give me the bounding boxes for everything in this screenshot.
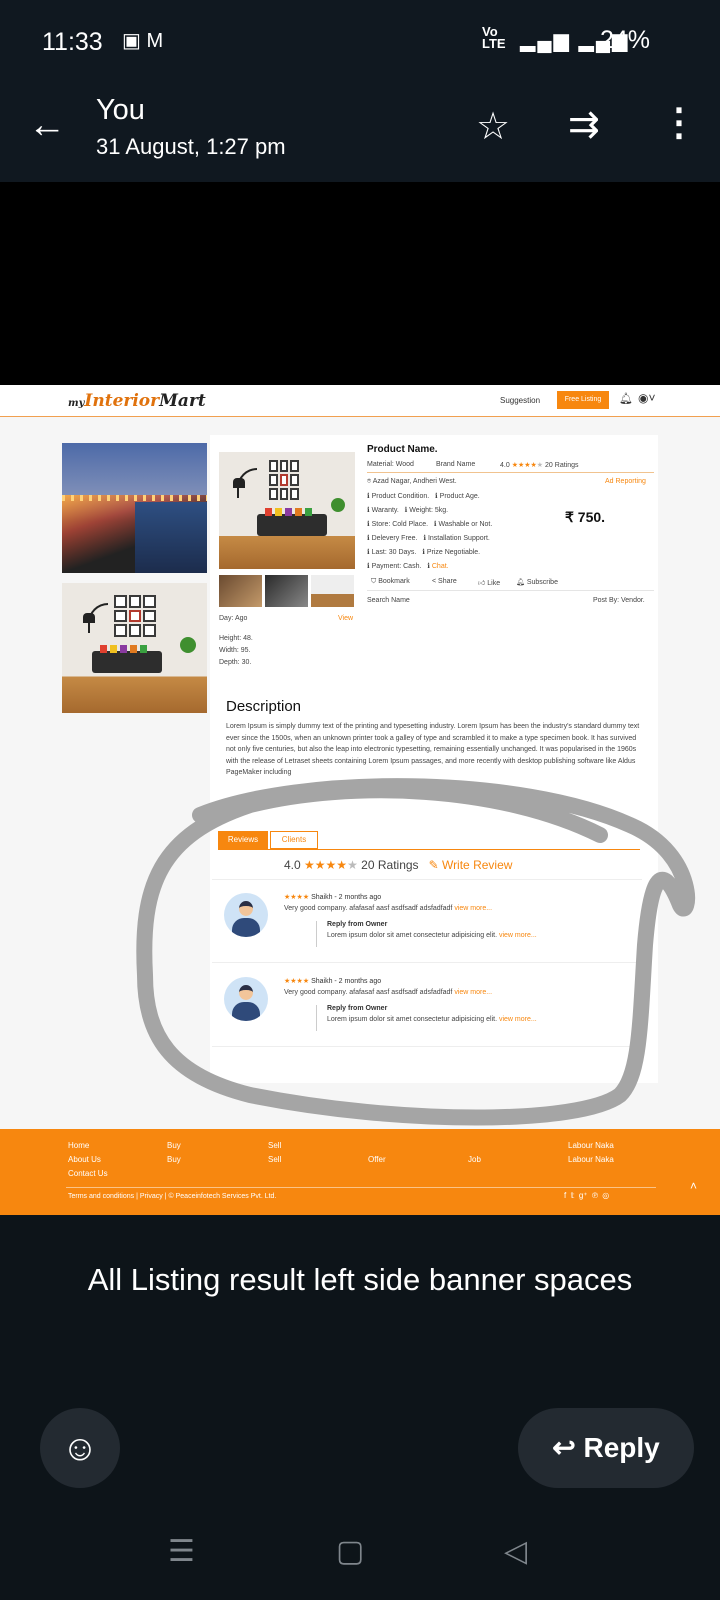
- status-bar: 11:33 ▣ M Vo LTE ▂▄▆ ▂▄▆ 24%: [0, 0, 720, 82]
- message-date: 31 August, 1:27 pm: [96, 134, 286, 159]
- view-more-link: view more...: [454, 989, 493, 996]
- reviews-rating-summary: 4.0 ★★★★★ 20 Ratings ✎ Write Review: [284, 858, 513, 872]
- product-main-image: [219, 452, 355, 569]
- owner-reply: Reply from Owner Lorem ipsum dolor sit a…: [316, 1005, 537, 1031]
- view-more-link: view more...: [454, 905, 493, 912]
- suggestion-link: Suggestion: [500, 396, 541, 405]
- bookmark-action: ⛉ Bookmark: [371, 578, 410, 585]
- battery-level: 24%: [600, 26, 651, 54]
- detail-row-4: ℹ Delevery Free. ℹ Installation Support.: [367, 535, 490, 542]
- message-caption: All Listing result left side banner spac…: [87, 1262, 633, 1297]
- shared-screenshot[interactable]: myInteriorMart Suggestion Free Listing 🔔…: [0, 385, 720, 1215]
- forward-icon[interactable]: ⇉: [568, 102, 600, 147]
- height-label: Height: 48.: [219, 635, 253, 642]
- bell-icon: 🔔︎: [619, 393, 633, 405]
- rating-divider: [212, 879, 642, 880]
- app-bar: ← You 31 August, 1:27 pm ☆ ⇉ ⋮: [0, 82, 720, 182]
- avatar: [224, 977, 268, 1021]
- review-item: ★★★★ Shaikh - 2 months ago Very good com…: [212, 881, 642, 963]
- reply-label: Reply: [583, 1432, 660, 1463]
- site-header: myInteriorMart Suggestion Free Listing 🔔…: [0, 385, 720, 417]
- back-nav-icon[interactable]: ◁: [504, 1534, 527, 1569]
- like-action: 👍︎ Like: [478, 580, 501, 587]
- site-logo: myInteriorMart: [68, 391, 206, 411]
- thumbnail-2: [265, 575, 308, 607]
- more-options-icon[interactable]: ⋮: [660, 100, 698, 145]
- detail-row-2: ℹ Waranty. ℹ Weight: 5kg.: [367, 507, 449, 514]
- city-banner-image: [62, 443, 207, 573]
- social-icons: f 𝕥 g⁺ ℗ ◎: [564, 1191, 610, 1200]
- ad-reporting-link: Ad Reporting: [605, 478, 646, 485]
- review-author: Shaikh - 2 months ago: [311, 894, 382, 901]
- detail-row-1: ℹ Product Condition. ℹ Product Age.: [367, 493, 480, 500]
- status-time: 11:33: [42, 28, 103, 56]
- footer-legal: Terms and conditions | Privacy | © Peace…: [68, 1193, 277, 1200]
- site-footer: Home About Us Contact Us Buy Buy Sell Se…: [0, 1129, 720, 1215]
- review-text: Very good company. afafasaf aasf asdfsad…: [284, 905, 453, 912]
- free-listing-button: Free Listing: [557, 391, 609, 409]
- description-text: Lorem Ipsum is simply dummy text of the …: [226, 723, 640, 776]
- avatar: [224, 893, 268, 937]
- material-label: Material: Wood: [367, 461, 414, 468]
- subscribe-action: 🔔︎ Subscribe: [516, 579, 558, 586]
- location-label: ⌾ Azad Nagar, Andheri West.: [367, 478, 457, 485]
- back-arrow-icon[interactable]: ←: [28, 104, 66, 147]
- network-label: Vo LTE: [482, 24, 506, 51]
- room-banner-image: [62, 583, 207, 713]
- search-name-label: Search Name: [367, 597, 410, 604]
- review-text: Very good company. afafasaf aasf asdfsad…: [284, 989, 453, 996]
- product-name: Product Name.: [367, 444, 438, 455]
- scroll-top-icon: ˄: [690, 1179, 698, 1193]
- home-icon[interactable]: ▢: [336, 1534, 364, 1569]
- detail-row-5: ℹ Last: 30 Days. ℹ Prize Negotiable.: [367, 549, 481, 556]
- brand-label: Brand Name: [436, 461, 476, 468]
- owner-reply: Reply from Owner Lorem ipsum dolor sit a…: [316, 921, 537, 947]
- image-viewer-background: [0, 182, 720, 385]
- tab-reviews: Reviews: [218, 831, 268, 849]
- write-review-link: Write Review: [441, 858, 513, 872]
- review-author: Shaikh - 2 months ago: [311, 978, 382, 985]
- product-divider: [367, 472, 654, 473]
- reply-button[interactable]: ↩ Reply: [518, 1408, 694, 1488]
- system-nav-bar: ☰ ▢ ◁: [0, 1520, 720, 1600]
- view-link: View: [338, 615, 354, 622]
- share-action: < Share: [432, 578, 457, 585]
- day-label: Day: Ago: [219, 615, 248, 622]
- product-price: ₹ 750.: [565, 509, 606, 525]
- notification-icons: ▣ M: [122, 30, 164, 52]
- reply-arrow-icon: ↩: [552, 1432, 576, 1463]
- user-icon: ◉˅: [638, 391, 656, 405]
- thumbnail-3: [311, 575, 354, 607]
- detail-row-3: ℹ Store: Cold Place. ℹ Washable or Not.: [367, 521, 493, 528]
- review-item: ★★★★ Shaikh - 2 months ago Very good com…: [212, 965, 642, 1047]
- description-title: Description: [226, 698, 302, 715]
- thumbnail-1: [219, 575, 262, 607]
- depth-label: Depth: 30.: [219, 659, 252, 666]
- post-by-label: Post By: Vendor.: [593, 597, 645, 604]
- product-rating: 4.0 ★★★★★ 20 Ratings: [500, 462, 579, 469]
- star-icon[interactable]: ☆: [476, 104, 510, 149]
- tab-divider: [218, 849, 640, 850]
- emoji-reaction-button[interactable]: ☺: [40, 1408, 120, 1488]
- tab-clients: Clients: [270, 831, 318, 849]
- detail-row-6: ℹ Payment: Cash. ℹ Chat.: [367, 563, 449, 570]
- emoji-add-icon: ☺: [61, 1427, 99, 1468]
- recents-icon[interactable]: ☰: [168, 1534, 195, 1569]
- action-divider: [367, 590, 654, 591]
- sender-name: You: [96, 94, 145, 126]
- width-label: Width: 95.: [219, 647, 251, 654]
